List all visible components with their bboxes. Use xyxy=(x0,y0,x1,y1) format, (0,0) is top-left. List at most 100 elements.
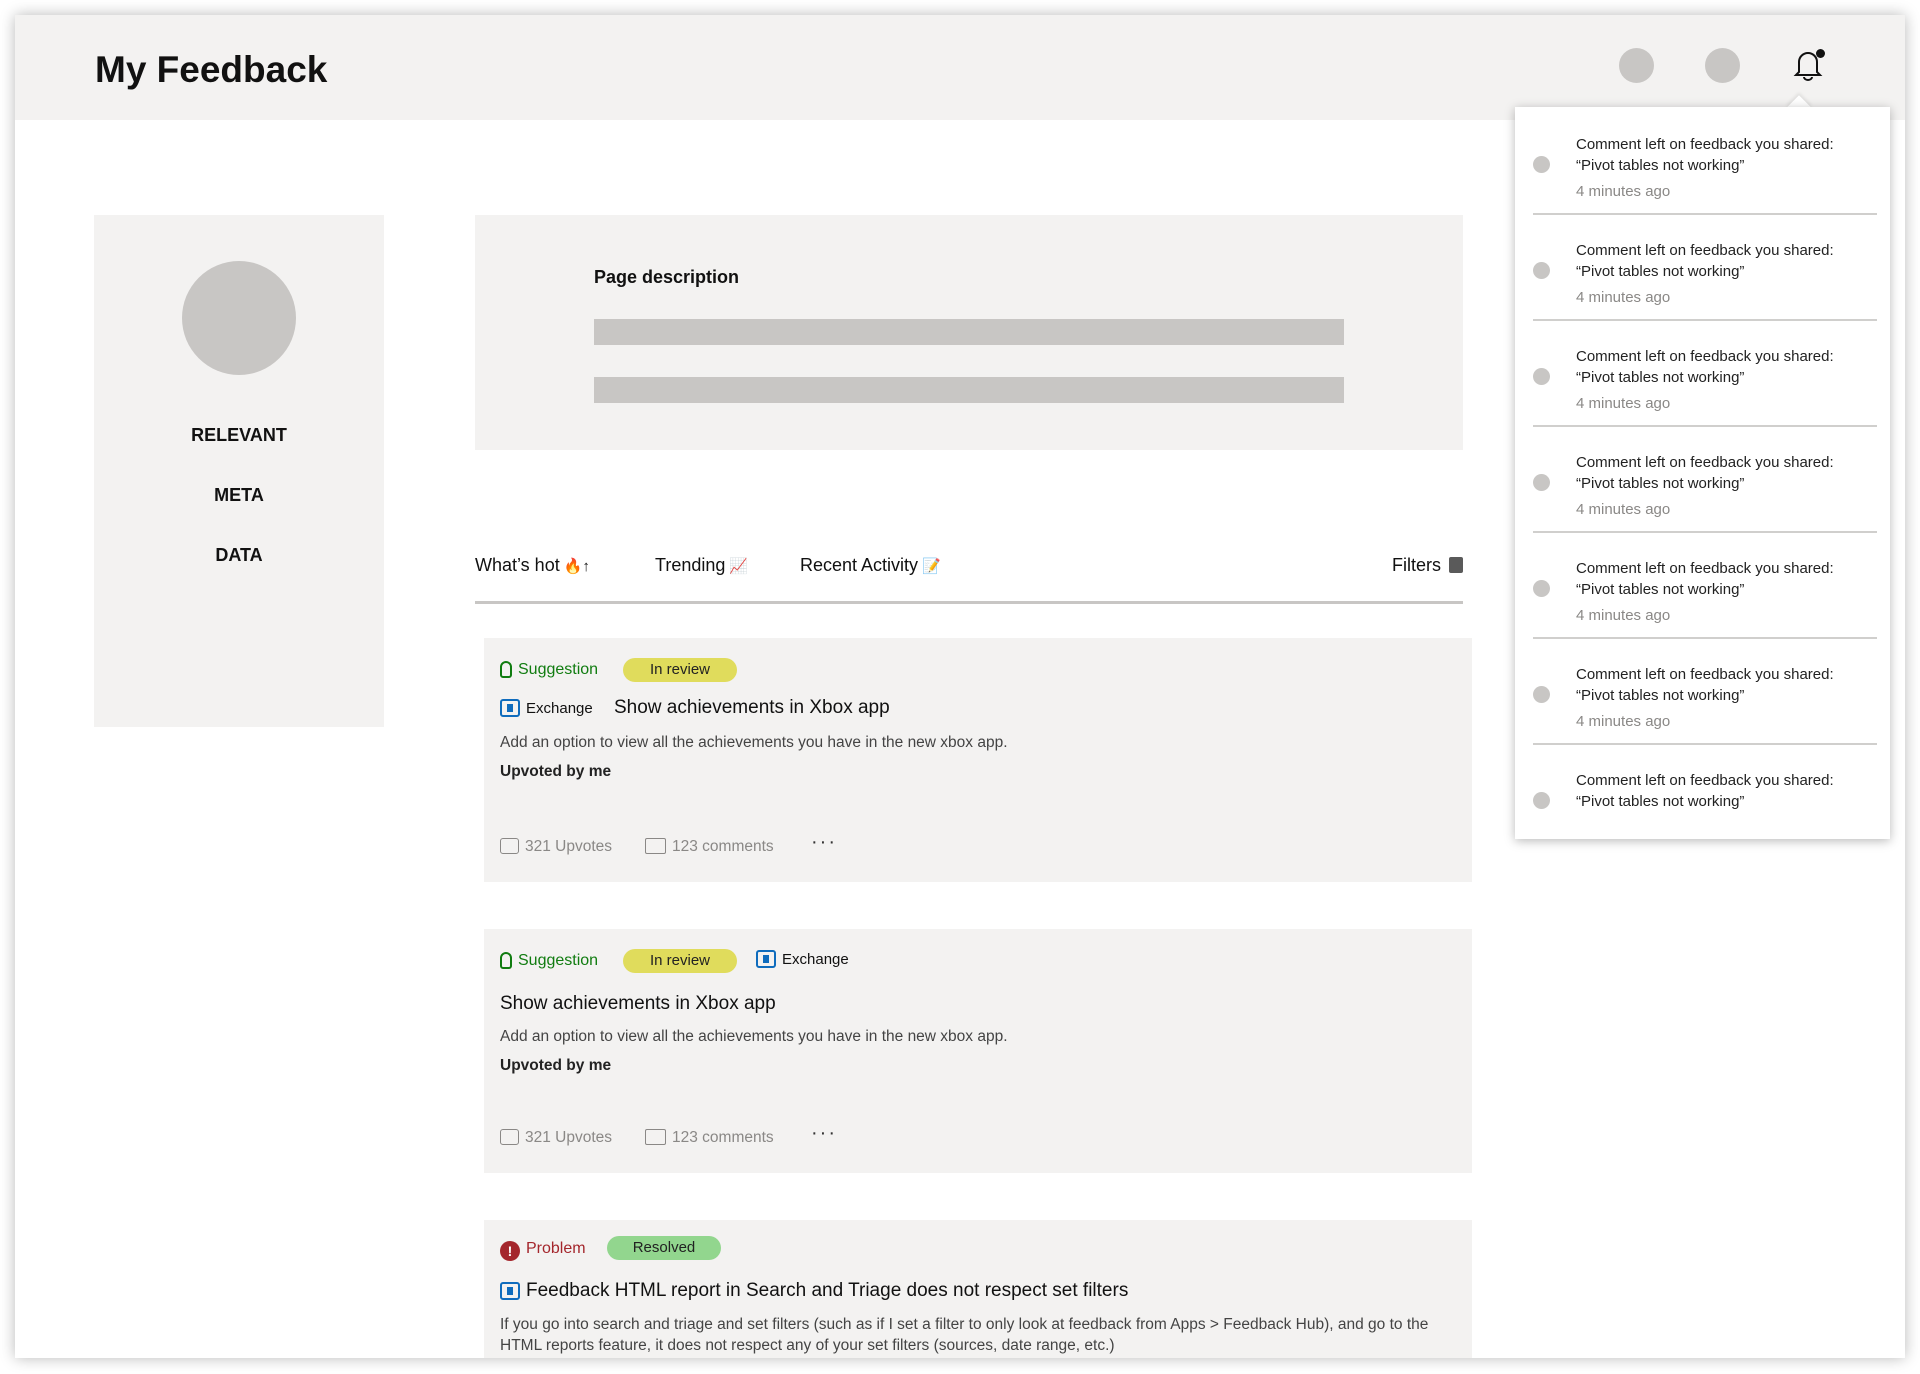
notification-text: Comment left on feedback you shared: “Pi… xyxy=(1576,454,1834,492)
meta-line-data: DATA xyxy=(215,545,263,565)
page-description-panel: Page description xyxy=(475,215,1463,450)
upvote-button[interactable]: 321 Upvotes xyxy=(500,1129,612,1147)
upvoted-label: Upvoted by me xyxy=(500,763,612,780)
memo-icon: 📝 xyxy=(922,558,941,575)
notification-dot xyxy=(1816,49,1825,58)
notification-text: Comment left on feedback you shared: “Pi… xyxy=(1576,772,1834,810)
tab-label: What’s hot xyxy=(475,555,560,575)
notification-item[interactable]: Comment left on feedback you shared: “Pi… xyxy=(1533,531,1877,639)
notification-item[interactable]: Comment left on feedback you shared: “Pi… xyxy=(1533,213,1877,321)
profile-button[interactable] xyxy=(1619,48,1654,83)
unread-dot xyxy=(1533,580,1550,597)
notification-time: 4 minutes ago xyxy=(1576,607,1671,624)
comment-count: 123 comments xyxy=(672,838,774,855)
feedback-title-text: Feedback HTML report in Search and Triag… xyxy=(526,1280,1129,1301)
unread-dot xyxy=(1533,156,1550,173)
tag-label: Suggestion xyxy=(518,952,599,969)
feedback-title[interactable]: Show achievements in Xbox app xyxy=(614,697,890,719)
avatar xyxy=(182,261,296,375)
comments-button[interactable]: 123 comments xyxy=(645,1129,774,1147)
feedback-body: If you go into search and triage and set… xyxy=(500,1316,1429,1354)
page-title: My Feedback xyxy=(95,49,328,90)
notification-text: Comment left on feedback you shared: “Pi… xyxy=(1576,136,1834,174)
unread-dot xyxy=(1533,262,1550,279)
comment-icon xyxy=(645,1129,666,1145)
notification-time: 4 minutes ago xyxy=(1576,395,1671,412)
status-badge: In review xyxy=(623,658,737,682)
unread-dot xyxy=(1533,474,1550,491)
lightbulb-icon xyxy=(500,661,512,678)
notifications-panel: Comment left on feedback you shared: “Pi… xyxy=(1515,107,1890,839)
tag-label: Problem xyxy=(526,1240,586,1257)
comment-icon xyxy=(645,838,666,854)
more-options-button[interactable]: ··· xyxy=(811,1122,837,1145)
unread-dot xyxy=(1533,686,1550,703)
fire-icon: 🔥↑ xyxy=(563,558,590,575)
page-description-title: Page description xyxy=(594,267,740,287)
notification-item[interactable]: Comment left on feedback you shared: “Pi… xyxy=(1533,637,1877,745)
app-window: My Feedback RELEVANT META DATA Page desc… xyxy=(15,15,1905,1358)
status-badge: In review xyxy=(623,949,737,973)
unread-dot xyxy=(1533,368,1550,385)
alert-icon: ! xyxy=(500,1241,520,1261)
unread-dot xyxy=(1533,792,1550,809)
problem-tag: ! Problem xyxy=(500,1240,586,1261)
chart-icon: 📈 xyxy=(729,558,749,575)
notification-text: Comment left on feedback you shared: “Pi… xyxy=(1576,348,1834,386)
filters-label: Filters xyxy=(1392,555,1441,575)
tab-label: Trending xyxy=(655,555,726,575)
feedback-card[interactable]: Suggestion In review Exchange Show achie… xyxy=(484,638,1472,882)
feedback-card[interactable]: Suggestion In review Exchange Show achie… xyxy=(484,929,1472,1173)
notification-text: Comment left on feedback you shared: “Pi… xyxy=(1576,242,1834,280)
upvoted-label: Upvoted by me xyxy=(500,1057,612,1074)
filters-button[interactable]: Filters xyxy=(1392,555,1463,576)
meta-line-meta: META xyxy=(214,485,264,505)
notification-time: 4 minutes ago xyxy=(1576,183,1671,200)
suggestion-tag: Suggestion xyxy=(500,952,598,970)
upvote-count: 321 Upvotes xyxy=(525,1129,613,1146)
feedback-body: Add an option to view all the achievemen… xyxy=(500,1028,1008,1045)
notification-item[interactable]: Comment left on feedback you shared: “Pi… xyxy=(1533,425,1877,533)
description-placeholder-line xyxy=(594,377,1344,403)
notification-text: Comment left on feedback you shared: “Pi… xyxy=(1576,560,1834,598)
comments-button[interactable]: 123 comments xyxy=(645,838,774,856)
app-label: Exchange xyxy=(526,700,593,717)
thumbs-up-icon xyxy=(500,1129,519,1145)
filter-cabinet-icon xyxy=(1449,557,1463,573)
notification-time: 4 minutes ago xyxy=(1576,501,1671,518)
app-label: Exchange xyxy=(782,951,849,968)
more-options-button[interactable]: ··· xyxy=(811,831,837,854)
app-tag-exchange: Exchange xyxy=(756,950,849,968)
settings-button[interactable] xyxy=(1705,48,1740,83)
notification-text: Comment left on feedback you shared: “Pi… xyxy=(1576,666,1834,704)
notification-item[interactable]: Comment left on feedback you shared: “Pi… xyxy=(1533,107,1877,215)
comment-count: 123 comments xyxy=(672,1129,774,1146)
tag-label: Suggestion xyxy=(518,661,599,678)
header-bar: My Feedback xyxy=(15,15,1905,120)
description-placeholder-line xyxy=(594,319,1344,345)
tab-recent-activity[interactable]: Recent Activity 📝 xyxy=(800,555,941,576)
feedback-card[interactable]: ! Problem Resolved Feedback HTML report i… xyxy=(484,1220,1472,1358)
lightbulb-icon xyxy=(500,952,512,969)
meta-line-relevant: RELEVANT xyxy=(191,425,287,445)
upvote-button[interactable]: 321 Upvotes xyxy=(500,838,612,856)
upvote-count: 321 Upvotes xyxy=(525,838,613,855)
feedback-title[interactable]: Feedback HTML report in Search and Triag… xyxy=(500,1280,1128,1302)
app-tag-exchange: Exchange xyxy=(500,699,593,717)
status-badge: Resolved xyxy=(607,1236,721,1260)
thumbs-up-icon xyxy=(500,838,519,854)
sort-tabs: What’s hot 🔥↑ Trending 📈 Recent Activity 📝 … xyxy=(475,545,1463,604)
notification-item[interactable]: Comment left on feedback you shared: “Pi… xyxy=(1533,743,1877,839)
exchange-icon xyxy=(500,699,520,717)
notification-item[interactable]: Comment left on feedback you shared: “Pi… xyxy=(1533,319,1877,427)
profile-sidebar: RELEVANT META DATA xyxy=(94,215,384,727)
exchange-icon xyxy=(756,950,776,968)
exchange-icon xyxy=(500,1282,520,1300)
notification-time: 4 minutes ago xyxy=(1576,289,1671,306)
tab-trending[interactable]: Trending 📈 xyxy=(655,555,748,576)
tab-whats-hot[interactable]: What’s hot 🔥↑ xyxy=(475,555,590,576)
tab-label: Recent Activity xyxy=(800,555,919,575)
feedback-title[interactable]: Show achievements in Xbox app xyxy=(500,993,776,1015)
suggestion-tag: Suggestion xyxy=(500,661,598,679)
notification-time: 4 minutes ago xyxy=(1576,713,1671,730)
